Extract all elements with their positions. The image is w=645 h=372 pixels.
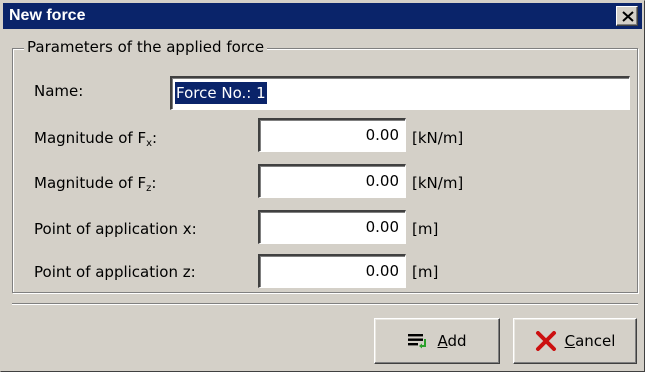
magnitude-fz-label: Magnitude of Fz: (34, 174, 157, 194)
close-icon (622, 11, 634, 22)
cancel-button[interactable]: Cancel (513, 318, 637, 364)
point-x-unit: [m] (412, 220, 439, 238)
point-z-input[interactable]: 0.00 (258, 254, 406, 288)
magnitude-fz-unit: [kN/m] (412, 174, 464, 192)
point-z-unit: [m] (412, 263, 439, 281)
name-input-value: Force No.: 1 (175, 82, 267, 104)
window-title: New force (9, 7, 86, 24)
groupbox-legend: Parameters of the applied force (24, 38, 268, 56)
cancel-button-label: Cancel (564, 332, 616, 350)
title-bar: New force (3, 3, 642, 29)
close-button[interactable] (616, 6, 638, 26)
add-button-label: Add (437, 332, 467, 350)
magnitude-fx-input[interactable]: 0.00 (258, 118, 406, 152)
red-x-icon (535, 331, 557, 351)
magnitude-fz-input[interactable]: 0.00 (258, 164, 406, 198)
add-button[interactable]: Add (374, 318, 500, 364)
point-z-label: Point of application z: (34, 263, 196, 281)
name-label: Name: (34, 82, 84, 100)
point-x-label: Point of application x: (34, 220, 197, 238)
magnitude-fx-unit: [kN/m] (412, 129, 464, 147)
add-list-icon (407, 331, 429, 351)
magnitude-fx-label: Magnitude of Fx: (34, 129, 158, 149)
name-input[interactable]: Force No.: 1 (170, 76, 630, 110)
divider (12, 303, 638, 305)
point-x-input[interactable]: 0.00 (258, 210, 406, 244)
